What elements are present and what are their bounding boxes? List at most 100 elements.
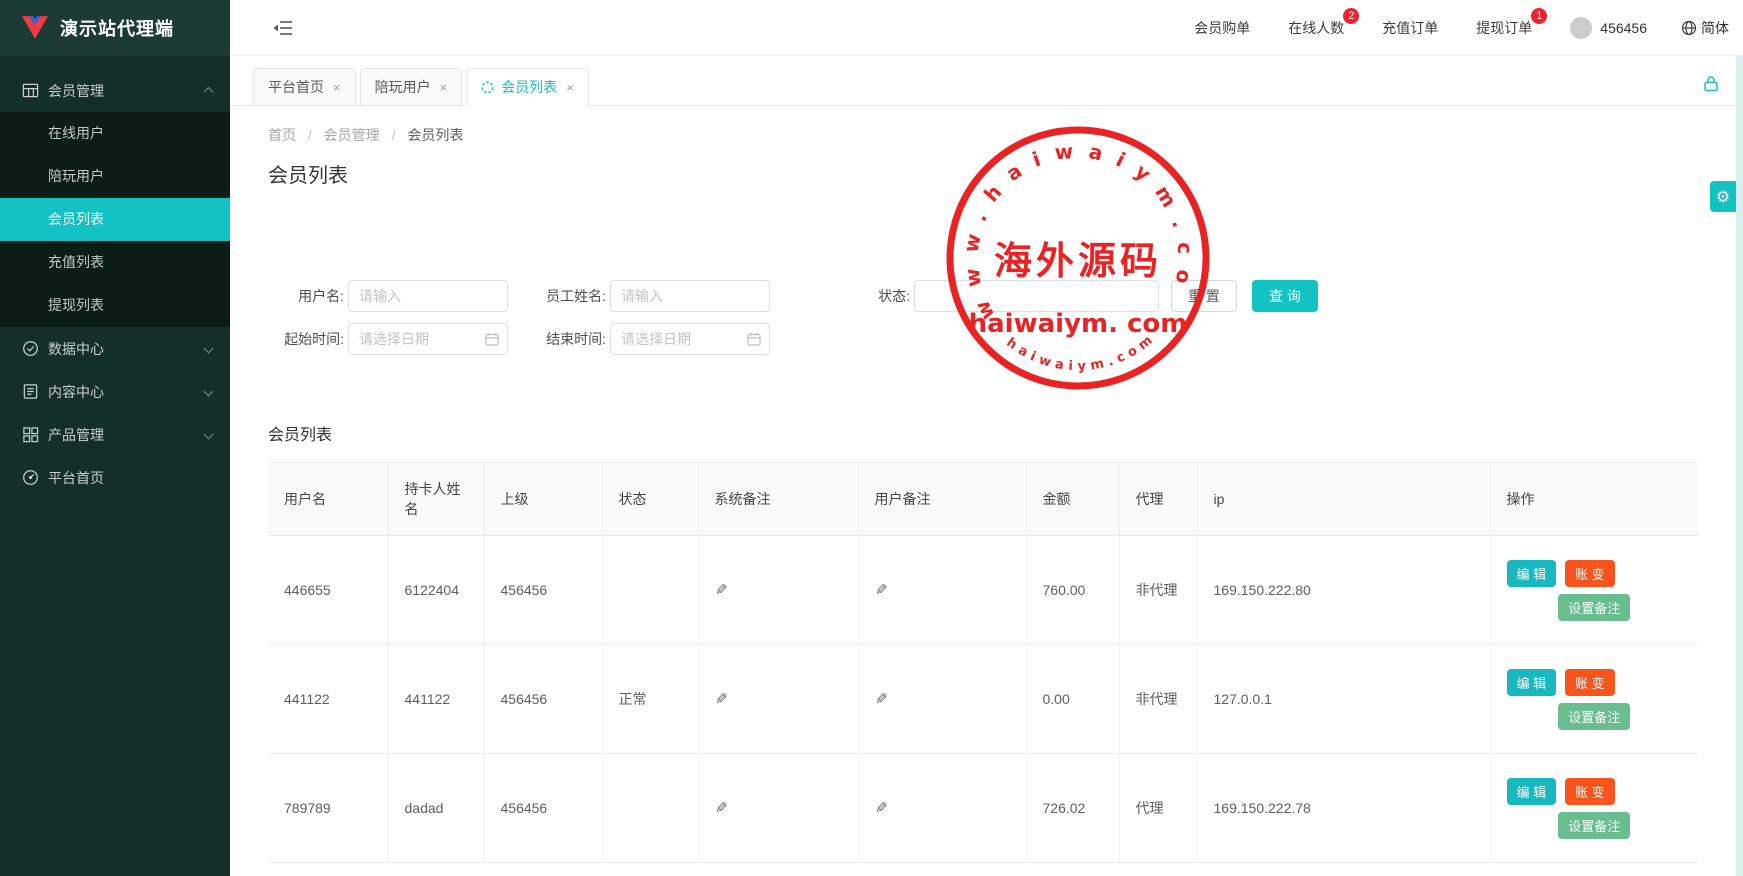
balance-change-button[interactable]: 账 变: [1565, 560, 1615, 587]
nav-withdraw-orders[interactable]: 提现订单 1: [1476, 18, 1532, 38]
edit-button[interactable]: 编 辑: [1507, 560, 1557, 587]
col-user-remark: 用户备注: [858, 463, 1026, 536]
set-remark-button[interactable]: 设置备注: [1558, 594, 1630, 621]
close-icon[interactable]: ×: [440, 80, 448, 95]
page-title: 会员列表: [268, 159, 1719, 188]
table-icon: [22, 82, 39, 99]
menu-fold-icon[interactable]: [273, 19, 293, 37]
col-system-remark: 系统备注: [698, 463, 858, 536]
balance-change-button[interactable]: 账 变: [1565, 778, 1615, 805]
search-button[interactable]: 查 询: [1252, 280, 1318, 312]
breadcrumb-current: 会员列表: [407, 127, 463, 143]
sidebar-submenu: 在线用户 陪玩用户 会员列表 充值列表 提现列表: [0, 112, 230, 327]
username-label: 用户名:: [268, 286, 344, 306]
topbar-right: 会员购单 在线人数 2 充值订单 提现订单 1 456456 简体: [1156, 17, 1729, 39]
edit-system-remark-icon[interactable]: ✎: [715, 690, 728, 708]
col-agent: 代理: [1119, 463, 1197, 536]
chevron-down-icon: [204, 387, 214, 397]
col-amount: 金额: [1026, 463, 1119, 536]
set-remark-button[interactable]: 设置备注: [1558, 812, 1630, 839]
nav-member-orders[interactable]: 会员购单: [1194, 18, 1250, 38]
calendar-icon: [485, 332, 499, 346]
chevron-down-icon: [204, 430, 214, 440]
status-label: 状态:: [774, 286, 910, 306]
member-table: 用户名 持卡人姓名 上级 状态 系统备注 用户备注 金额 代理 ip 操作 44…: [268, 462, 1698, 863]
sidebar-item-product-management[interactable]: 产品管理: [0, 413, 230, 456]
end-date-input[interactable]: 请选择日期: [610, 323, 770, 355]
app-title: 演示站代理端: [60, 15, 174, 41]
appstore-icon: [22, 426, 39, 443]
page-content: 首页 / 会员管理 / 会员列表 会员列表 用户名: 员工姓名: 状态: 重 置…: [230, 106, 1743, 876]
edit-system-remark-icon[interactable]: ✎: [715, 799, 728, 817]
chevron-up-icon: [204, 87, 214, 97]
calendar-icon: [747, 332, 761, 346]
balance-change-button[interactable]: 账 变: [1565, 669, 1615, 696]
staff-name-label: 员工姓名:: [516, 286, 606, 306]
start-date-input[interactable]: 请选择日期: [348, 323, 508, 355]
lock-icon[interactable]: [1703, 75, 1719, 92]
status-select[interactable]: [914, 280, 1159, 312]
sidebar-item-withdraw-list[interactable]: 提现列表: [0, 284, 230, 327]
sidebar-item-companion-users[interactable]: 陪玩用户: [0, 155, 230, 198]
withdraw-orders-badge: 1: [1531, 8, 1547, 24]
sidebar-item-platform-home[interactable]: 平台首页: [0, 456, 230, 499]
chevron-down-icon: [204, 344, 214, 354]
set-remark-button[interactable]: 设置备注: [1558, 703, 1630, 730]
sidebar-item-member-list[interactable]: 会员列表: [0, 198, 230, 241]
reset-button[interactable]: 重 置: [1171, 280, 1237, 312]
table-row: 441122 441122 456456 正常 ✎ ✎ 0.00 非代理 127…: [268, 645, 1698, 754]
nav-online-count[interactable]: 在线人数 2: [1288, 18, 1344, 38]
col-superior: 上级: [484, 463, 602, 536]
sidebar-menu: 会员管理 在线用户 陪玩用户 会员列表 充值列表 提现列表 数据中心 内容中心: [0, 56, 230, 499]
edit-button[interactable]: 编 辑: [1507, 669, 1557, 696]
col-cardholder: 持卡人姓名: [388, 463, 484, 536]
main-area: 会员购单 在线人数 2 充值订单 提现订单 1 456456 简体: [230, 0, 1743, 876]
logo-icon: [22, 16, 48, 40]
tab-bar: 平台首页 × 陪玩用户 × 会员列表 ×: [230, 56, 1743, 106]
col-ip: ip: [1197, 463, 1490, 536]
edit-user-remark-icon[interactable]: ✎: [875, 690, 888, 708]
sidebar-item-content-center[interactable]: 内容中心: [0, 370, 230, 413]
dashboard-icon: [22, 469, 39, 486]
sidebar-item-data-center[interactable]: 数据中心: [0, 327, 230, 370]
scrollbar-strip[interactable]: [1736, 56, 1743, 876]
document-icon: [22, 383, 39, 400]
breadcrumb: 首页 / 会员管理 / 会员列表: [268, 125, 1719, 145]
start-time-label: 起始时间:: [268, 329, 344, 349]
topbar: 会员购单 在线人数 2 充值订单 提现订单 1 456456 简体: [230, 0, 1743, 56]
sidebar-item-recharge-list[interactable]: 充值列表: [0, 241, 230, 284]
online-count-badge: 2: [1343, 8, 1359, 24]
username-input[interactable]: [348, 280, 508, 312]
filter-form: 用户名: 员工姓名: 状态: 重 置 查 询 起始时间: 请选择日期 结束时间:: [268, 280, 1719, 355]
staff-name-input[interactable]: [610, 280, 770, 312]
edit-button[interactable]: 编 辑: [1507, 778, 1557, 805]
close-icon[interactable]: ×: [333, 80, 341, 95]
edit-system-remark-icon[interactable]: ✎: [715, 581, 728, 599]
sidebar-item-online-users[interactable]: 在线用户: [0, 112, 230, 155]
avatar: [1570, 17, 1592, 39]
table-row: 446655 6122404 456456 ✎ ✎ 760.00 非代理 169…: [268, 536, 1698, 645]
settings-gear-button[interactable]: ⚙: [1710, 181, 1736, 212]
sidebar: 演示站代理端 会员管理 在线用户 陪玩用户 会员列表 充值列表 提现列表 数据中…: [0, 0, 230, 876]
col-status: 状态: [602, 463, 698, 536]
table-row: 789789 dadad 456456 ✎ ✎ 726.02 代理 169.15…: [268, 754, 1698, 863]
breadcrumb-home[interactable]: 首页: [268, 127, 296, 143]
refresh-icon[interactable]: [481, 81, 494, 94]
section-title: 会员列表: [268, 421, 1719, 445]
logo-area: 演示站代理端: [0, 0, 230, 56]
col-username: 用户名: [268, 463, 388, 536]
tab-platform-home[interactable]: 平台首页 ×: [253, 68, 356, 106]
globe-icon: [1681, 20, 1697, 36]
tab-companion-users[interactable]: 陪玩用户 ×: [360, 68, 463, 106]
edit-user-remark-icon[interactable]: ✎: [875, 799, 888, 817]
language-switch[interactable]: 简体: [1681, 18, 1729, 38]
user-menu[interactable]: 456456: [1570, 17, 1647, 39]
col-actions: 操作: [1490, 463, 1698, 536]
close-icon[interactable]: ×: [566, 80, 574, 95]
breadcrumb-member-management[interactable]: 会员管理: [324, 127, 380, 143]
nav-recharge-orders[interactable]: 充值订单: [1382, 18, 1438, 38]
tab-member-list[interactable]: 会员列表 ×: [466, 68, 589, 106]
sidebar-item-member-management[interactable]: 会员管理: [0, 69, 230, 112]
edit-user-remark-icon[interactable]: ✎: [875, 581, 888, 599]
end-time-label: 结束时间:: [516, 329, 606, 349]
